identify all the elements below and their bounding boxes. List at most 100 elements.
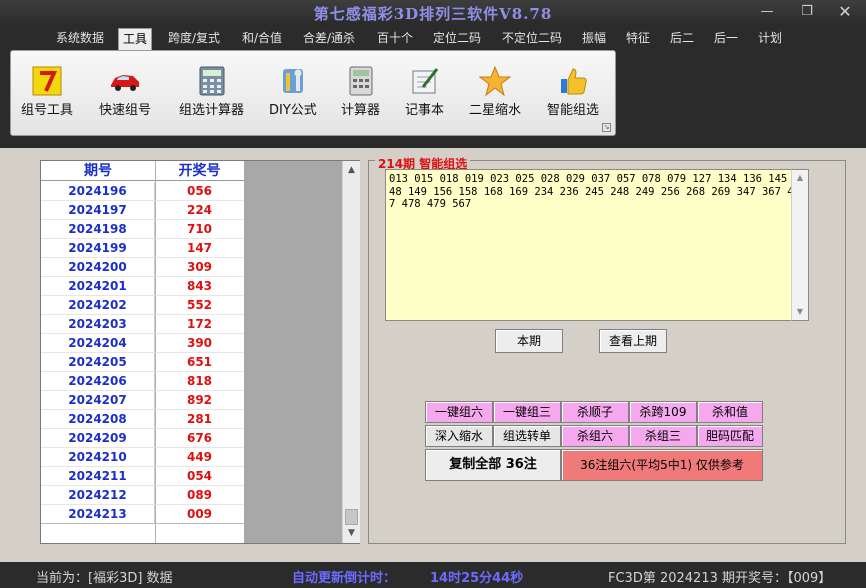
summary-button[interactable]: 36注组六(平均5中1) 仅供参考 bbox=[561, 449, 763, 481]
draw-number-cell: 147 bbox=[186, 241, 213, 255]
group-to-single-button[interactable]: 组选转单 bbox=[493, 425, 561, 447]
period-cell: 2024206 bbox=[41, 372, 155, 391]
period-cell: 2024202 bbox=[41, 296, 155, 315]
tool-notepad[interactable]: 记事本 bbox=[405, 65, 444, 118]
scroll-down-icon[interactable]: ▼ bbox=[792, 304, 808, 320]
table-row[interactable]: 2024197 224 bbox=[41, 201, 244, 220]
period-cell: 2024201 bbox=[41, 277, 155, 296]
table-row[interactable]: 2024206 818 bbox=[41, 372, 244, 391]
deep-reduce-button[interactable]: 深入缩水 bbox=[425, 425, 493, 447]
table-row[interactable]: 2024205 651 bbox=[41, 353, 244, 372]
countdown-value: 14时25分44秒 bbox=[430, 571, 524, 586]
draw-number-cell: 449 bbox=[186, 450, 213, 464]
tool-label: 二星缩水 bbox=[469, 103, 522, 118]
tool-label: 组选计算器 bbox=[179, 103, 245, 118]
draw-number-cell: 843 bbox=[186, 279, 213, 293]
menu-tab-span[interactable]: 跨度/复式 bbox=[164, 28, 224, 50]
prev-period-button[interactable]: 查看上期 bbox=[599, 329, 667, 353]
tool-number-tool[interactable]: 组号工具 bbox=[21, 65, 73, 118]
current-period-button[interactable]: 本期 bbox=[495, 329, 563, 353]
kill-group-six-button[interactable]: 杀组六 bbox=[561, 425, 629, 447]
period-cell: 2024203 bbox=[41, 315, 155, 334]
table-row[interactable]: 2024202 552 bbox=[41, 296, 244, 315]
table-row[interactable]: 2024203 172 bbox=[41, 315, 244, 334]
result-scrollbar[interactable]: ▲ ▼ bbox=[791, 169, 809, 321]
number-seven-icon bbox=[31, 65, 63, 97]
table-row[interactable]: 2024198 710 bbox=[41, 220, 244, 239]
scroll-up-icon[interactable]: ▲ bbox=[792, 170, 808, 186]
kill-group-three-button[interactable]: 杀组三 bbox=[629, 425, 697, 447]
close-button[interactable]: ✕ bbox=[830, 2, 860, 22]
draw-number-cell: 892 bbox=[186, 393, 213, 407]
copy-all-button[interactable]: 复制全部 36注 bbox=[425, 449, 561, 481]
table-row[interactable]: 2024213 009 bbox=[41, 505, 244, 524]
period-cell: 2024200 bbox=[41, 258, 155, 277]
blank-row bbox=[41, 523, 244, 544]
grid-header: 期号 开奖号 bbox=[41, 161, 244, 181]
current-data-source: 当前为：[福彩3D] 数据 bbox=[36, 571, 173, 586]
menu-tab-diff[interactable]: 合差/通杀 bbox=[299, 28, 359, 50]
tool-smart-group[interactable]: 智能组选 bbox=[547, 65, 599, 118]
menu-tab-system-data[interactable]: 系统数据 bbox=[52, 28, 108, 50]
bile-code-match-button[interactable]: 胆码匹配 bbox=[697, 425, 763, 447]
kill-straight-button[interactable]: 杀顺子 bbox=[561, 401, 629, 423]
draw-number-cell: 676 bbox=[186, 431, 213, 445]
tool-quick-number[interactable]: 快速组号 bbox=[99, 65, 151, 118]
table-row[interactable]: 2024200 309 bbox=[41, 258, 244, 277]
result-textarea[interactable]: 013 015 018 019 023 025 028 029 037 057 … bbox=[385, 169, 809, 321]
scroll-up-icon[interactable]: ▲ bbox=[343, 162, 360, 179]
table-row[interactable]: 2024209 676 bbox=[41, 429, 244, 448]
ribbon-expand-icon[interactable]: ↘ bbox=[602, 123, 611, 132]
table-row[interactable]: 2024212 089 bbox=[41, 486, 244, 505]
draw-number-cell: 054 bbox=[186, 469, 213, 483]
table-row[interactable]: 2024208 281 bbox=[41, 410, 244, 429]
one-click-group-six-button[interactable]: 一键组六 bbox=[425, 401, 493, 423]
one-click-group-three-button[interactable]: 一键组三 bbox=[493, 401, 561, 423]
menu-tab-digits[interactable]: 百十个 bbox=[373, 28, 417, 50]
draw-number-cell: 710 bbox=[186, 222, 213, 236]
wrench-screwdriver-icon bbox=[277, 65, 309, 97]
menu-tab-feature[interactable]: 特征 bbox=[622, 28, 654, 50]
window-title: 第七感福彩3D排列三软件V8.78 bbox=[313, 5, 553, 23]
scroll-thumb[interactable] bbox=[345, 509, 358, 525]
menu-bar: 系统数据 工具 跨度/复式 和/合值 合差/通杀 百十个 定位二码 不定位二码 … bbox=[0, 26, 866, 50]
menu-tab-position-two[interactable]: 定位二码 bbox=[429, 28, 485, 50]
minimize-button[interactable]: — bbox=[752, 2, 782, 22]
table-row[interactable]: 2024201 843 bbox=[41, 277, 244, 296]
tool-label: 组号工具 bbox=[21, 103, 74, 118]
column-header-period[interactable]: 期号 bbox=[41, 161, 155, 181]
menu-tab-amplitude[interactable]: 振幅 bbox=[578, 28, 610, 50]
calculator-icon bbox=[196, 65, 228, 97]
draw-number-cell: 390 bbox=[186, 336, 213, 350]
grid-scrollbar[interactable]: ▲ ▼ bbox=[342, 161, 360, 543]
maximize-button[interactable]: ❐ bbox=[792, 2, 822, 22]
table-row[interactable]: 2024210 449 bbox=[41, 448, 244, 467]
draw-number-cell: 224 bbox=[186, 203, 213, 217]
tool-calculator[interactable]: 计算器 bbox=[341, 65, 380, 118]
menu-tab-nonposition-two[interactable]: 不定位二码 bbox=[498, 28, 566, 50]
tool-two-star-reduce[interactable]: 二星缩水 bbox=[469, 65, 521, 118]
tool-group-calculator[interactable]: 组选计算器 bbox=[179, 65, 244, 118]
status-bar: 当前为：[福彩3D] 数据 自动更新倒计时： 14时25分44秒 FC3D第 2… bbox=[0, 562, 866, 588]
table-row[interactable]: 2024199 147 bbox=[41, 239, 244, 258]
menu-tab-plan[interactable]: 计划 bbox=[754, 28, 786, 50]
period-cell: 2024210 bbox=[41, 448, 155, 467]
kill-span-109-button[interactable]: 杀跨109 bbox=[629, 401, 697, 423]
grid-empty-area bbox=[244, 161, 342, 543]
thumbs-up-icon bbox=[557, 65, 589, 97]
period-cell: 2024212 bbox=[41, 486, 155, 505]
menu-tab-last-one[interactable]: 后一 bbox=[710, 28, 742, 50]
menu-tab-tools[interactable]: 工具 bbox=[118, 28, 153, 50]
menu-tab-last-two[interactable]: 后二 bbox=[666, 28, 698, 50]
draw-number-cell: 009 bbox=[186, 507, 213, 521]
tool-diy-formula[interactable]: DIY公式 bbox=[269, 65, 317, 118]
table-row[interactable]: 2024211 054 bbox=[41, 467, 244, 486]
kill-sum-button[interactable]: 杀和值 bbox=[697, 401, 763, 423]
notepad-pen-icon bbox=[409, 65, 441, 97]
table-row[interactable]: 2024207 892 bbox=[41, 391, 244, 410]
menu-tab-sum[interactable]: 和/合值 bbox=[238, 28, 286, 50]
scroll-down-icon[interactable]: ▼ bbox=[343, 525, 360, 542]
column-header-number[interactable]: 开奖号 bbox=[155, 161, 244, 181]
table-row[interactable]: 2024204 390 bbox=[41, 334, 244, 353]
table-row[interactable]: 2024196 056 bbox=[41, 182, 244, 201]
